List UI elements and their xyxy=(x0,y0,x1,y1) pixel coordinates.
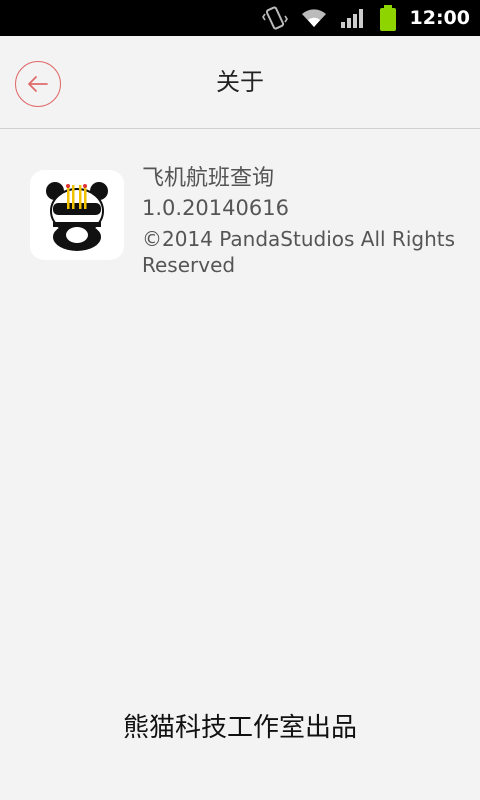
header-bar: 关于 xyxy=(0,36,480,129)
panda-app-icon xyxy=(30,170,124,260)
app-version: 1.0.20140616 xyxy=(142,196,289,220)
vibrate-icon xyxy=(261,5,288,31)
status-bar: 12:00 xyxy=(0,0,480,36)
footer-credit: 熊猫科技工作室出品 xyxy=(122,713,357,743)
app-name: 飞机航班查询 xyxy=(142,166,275,191)
battery-icon xyxy=(378,4,398,32)
wifi-icon xyxy=(300,7,328,29)
status-time: 12:00 xyxy=(409,7,470,29)
app-copyright: ©2014 PandaStudios All Rights Reserved xyxy=(142,227,456,277)
status-icons: 12:00 xyxy=(261,0,480,36)
arrow-left-icon xyxy=(28,76,48,92)
back-button[interactable] xyxy=(15,61,61,107)
page-title: 关于 xyxy=(216,68,264,96)
signal-icon xyxy=(340,7,366,29)
